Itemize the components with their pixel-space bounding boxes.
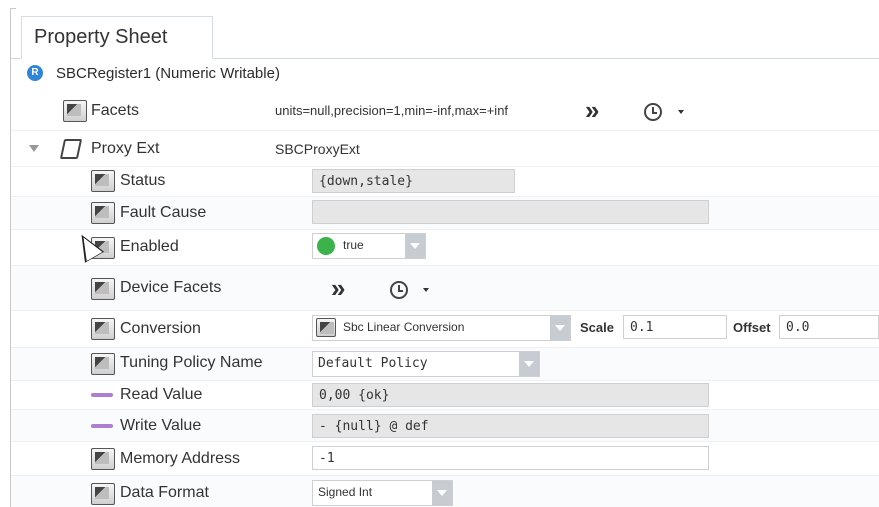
slot-icon — [91, 353, 115, 375]
property-label: Status — [120, 172, 166, 189]
slot-icon — [91, 170, 115, 192]
enabled-dropdown[interactable]: true — [312, 233, 426, 259]
conversion-value: Sbc Linear Conversion — [343, 320, 465, 334]
scale-label: Scale — [580, 320, 614, 335]
facets-value: units=null,precision=1,min=-inf,max=+inf — [275, 103, 509, 118]
property-label: Read Value — [120, 386, 203, 403]
status-ok-icon — [317, 237, 335, 255]
tuning-policy-dropdown[interactable]: Default Policy — [312, 351, 540, 377]
double-chevron-icon[interactable]: » — [331, 275, 345, 301]
dropdown-caret-icon[interactable] — [678, 110, 684, 114]
property-label: Proxy Ext — [91, 140, 160, 157]
numeric-dash-icon — [91, 393, 113, 397]
property-label: Fault Cause — [120, 204, 207, 221]
proxy-ext-value: SBCProxyExt — [275, 141, 360, 157]
property-row-enabled[interactable]: Enabled true — [11, 229, 879, 266]
dropdown-button[interactable] — [550, 316, 570, 340]
slot-icon — [91, 483, 115, 505]
tab-label: Property Sheet — [34, 26, 168, 48]
property-row-fault-cause[interactable]: Fault Cause — [11, 197, 879, 230]
double-chevron-icon[interactable]: » — [585, 97, 599, 123]
property-row-facets[interactable]: Facets units=null,precision=1,min=-inf,m… — [11, 90, 879, 131]
read-value-field: 0,00 {ok} — [312, 383, 709, 407]
property-label: Memory Address — [120, 450, 241, 467]
collapse-triangle-icon[interactable] — [29, 145, 39, 152]
property-label: Conversion — [120, 320, 201, 337]
property-label: Write Value — [120, 417, 202, 434]
register-badge-icon: R — [27, 65, 43, 81]
write-value-field: - {null} @ def — [312, 414, 709, 438]
dropdown-button[interactable] — [405, 234, 425, 258]
status-field: {down,stale} — [312, 169, 515, 193]
property-row-read-value[interactable]: Read Value 0,00 {ok} — [11, 381, 879, 410]
property-row-memory-address[interactable]: Memory Address -1 — [11, 442, 879, 476]
property-label: Tuning Policy Name — [120, 354, 263, 371]
root-component-label: SBCRegister1 (Numeric Writable) — [56, 65, 280, 82]
property-label: Enabled — [120, 238, 179, 255]
property-row-proxy-ext[interactable]: Proxy Ext SBCProxyExt — [11, 131, 879, 167]
dropdown-button[interactable] — [432, 481, 452, 505]
slot-icon — [316, 318, 336, 337]
enabled-value: true — [343, 238, 364, 252]
clock-icon[interactable] — [644, 103, 662, 121]
slot-icon — [91, 318, 115, 340]
property-row-status[interactable]: Status {down,stale} — [11, 166, 879, 197]
window-frame-top — [10, 8, 16, 9]
scale-input[interactable]: 0.1 — [623, 315, 727, 339]
slot-icon — [91, 278, 115, 300]
property-label: Data Format — [120, 484, 209, 501]
tuning-policy-value: Default Policy — [318, 356, 428, 371]
data-format-dropdown[interactable]: Signed Int — [312, 480, 453, 506]
property-row-write-value[interactable]: Write Value - {null} @ def — [11, 410, 879, 442]
memory-address-input[interactable]: -1 — [312, 446, 709, 470]
dropdown-caret-icon[interactable] — [423, 288, 429, 292]
slot-icon — [91, 202, 115, 224]
fault-cause-field — [312, 200, 709, 224]
tab-bar: Property Sheet — [11, 12, 879, 59]
property-row-conversion[interactable]: Conversion Sbc Linear Conversion Scale 0… — [11, 311, 879, 348]
tab-property-sheet[interactable]: Property Sheet — [21, 16, 213, 59]
dropdown-button[interactable] — [519, 352, 539, 376]
slot-icon — [91, 448, 115, 470]
root-component-row[interactable]: R SBCRegister1 (Numeric Writable) — [11, 59, 879, 89]
offset-input[interactable]: 0.0 — [779, 315, 879, 339]
property-row-device-facets[interactable]: Device Facets » — [11, 266, 879, 311]
slot-icon — [63, 100, 87, 122]
data-format-value: Signed Int — [318, 485, 373, 499]
numeric-dash-icon — [91, 424, 113, 428]
clock-icon[interactable] — [390, 281, 408, 299]
offset-label: Offset — [733, 320, 771, 335]
property-label: Facets — [91, 102, 140, 119]
property-row-tuning-policy[interactable]: Tuning Policy Name Default Policy — [11, 348, 879, 381]
proxy-ext-icon — [59, 139, 83, 159]
property-label: Device Facets — [120, 279, 222, 296]
conversion-dropdown[interactable]: Sbc Linear Conversion — [312, 315, 571, 341]
property-row-data-format[interactable]: Data Format Signed Int — [11, 476, 879, 507]
